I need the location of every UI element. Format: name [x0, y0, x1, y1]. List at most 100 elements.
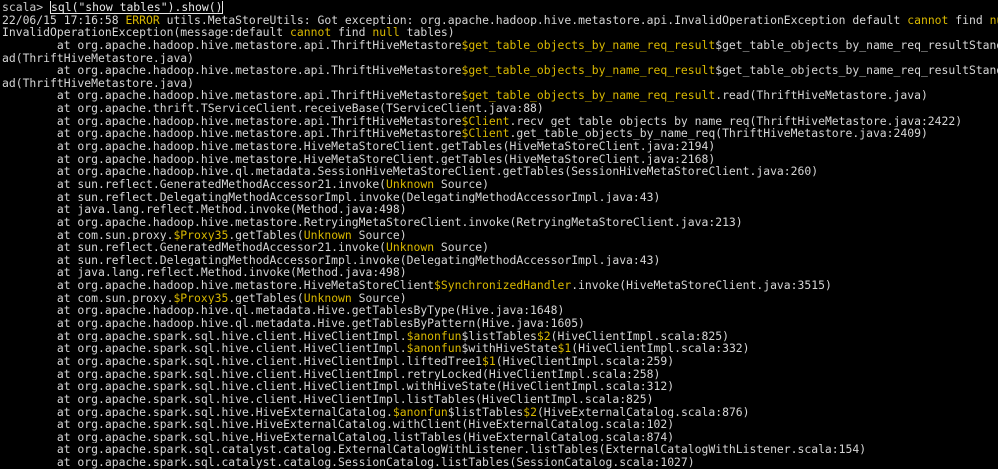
log-text: at org.apache.hadoop.hive.metastore.api.…	[2, 38, 462, 52]
highlighted-token: $Client	[461, 114, 510, 128]
highlighted-token: $get_table_objects_by_name_req_result	[461, 38, 716, 52]
log-line: at org.apache.hadoop.hive.ql.metadata.Hi…	[2, 304, 998, 317]
log-line: at sun.reflect.DelegatingMethodAccessorI…	[2, 191, 998, 204]
log-text: at sun.reflect.DelegatingMethodAccessorI…	[2, 253, 661, 267]
log-line: at org.apache.spark.sql.catalyst.catalog…	[2, 443, 998, 456]
highlighted-token: Unknown	[386, 241, 435, 254]
log-text: at org.apache.spark.sql.hive.client.Hive…	[2, 354, 483, 368]
log-text: (HiveClientImpl.scala:259)	[495, 354, 675, 368]
log-text: at java.lang.reflect.Method.invoke(Metho…	[2, 266, 407, 280]
log-line: 22/06/15 17:16:58 ERROR utils.MetaStoreU…	[2, 14, 998, 27]
log-line: at sun.reflect.DelegatingMethodAccessorI…	[2, 254, 998, 267]
terminal-window[interactable]: scala> sql("show tables").show() 22/06/1…	[0, 0, 998, 469]
scala-prompt: scala>	[2, 1, 51, 14]
prompt-line[interactable]: scala> sql("show tables").show()	[2, 1, 998, 14]
log-text: .recv_get_table_objects_by_name_req(Thri…	[509, 114, 963, 128]
log-text: at org.apache.spark.sql.hive.client.Hive…	[2, 380, 675, 393]
log-line: InvalidOperationException(message:defaul…	[2, 26, 998, 39]
log-text: tables)	[399, 26, 455, 39]
log-text: Source)	[351, 228, 407, 242]
log-text: (HiveClientImpl.scala:825)	[550, 329, 729, 343]
log-text: at org.apache.hadoop.hive.ql.metadata.Hi…	[2, 304, 565, 318]
log-line: at org.apache.hadoop.hive.ql.metadata.Se…	[2, 165, 998, 178]
highlighted-token: $2	[523, 405, 537, 419]
log-line: at org.apache.hadoop.hive.metastore.Hive…	[2, 279, 998, 292]
log-line: at java.lang.reflect.Method.invoke(Metho…	[2, 203, 998, 216]
log-text: at org.apache.spark.sql.hive.HiveExterna…	[2, 418, 675, 431]
highlighted-token: $2	[536, 329, 551, 343]
log-text: .read(ThriftHiveMetastore.java)	[715, 89, 928, 103]
log-text: InvalidOperationException(message:defaul…	[2, 26, 291, 39]
log-line: at org.apache.hadoop.hive.metastore.api.…	[2, 64, 998, 77]
highlighted-token: Unknown	[386, 177, 435, 191]
log-text: ad(ThriftHiveMetastore.java)	[2, 76, 195, 90]
log-text: at java.lang.reflect.Method.invoke(Metho…	[2, 203, 407, 216]
log-line: at org.apache.spark.sql.hive.client.Hive…	[2, 380, 998, 393]
stack-trace-output: 22/06/15 17:16:58 ERROR utils.MetaStoreU…	[2, 14, 998, 469]
highlighted-token: null	[372, 26, 400, 39]
log-text: at org.apache.hadoop.hive.metastore.api.…	[2, 89, 462, 103]
log-line: at org.apache.spark.sql.hive.HiveExterna…	[2, 418, 998, 431]
log-text: 22/06/15 17:16:58	[2, 13, 126, 27]
log-text: (HiveClientImpl.scala:332)	[571, 342, 750, 355]
log-text: $listTables	[461, 329, 537, 343]
highlighted-token: Unknown	[303, 228, 352, 242]
log-text: at org.apache.hadoop.hive.metastore.Hive…	[2, 152, 716, 166]
log-line: at org.apache.spark.sql.hive.client.Hive…	[2, 368, 998, 381]
highlighted-token: $Client	[461, 127, 510, 141]
log-line: at org.apache.hadoop.hive.metastore.Hive…	[2, 140, 998, 153]
log-line: at org.apache.hadoop.hive.metastore.Retr…	[2, 216, 998, 229]
log-text: find	[331, 26, 373, 39]
log-line: at org.apache.spark.sql.hive.HiveExterna…	[2, 431, 998, 444]
log-line: at org.apache.spark.sql.catalyst.catalog…	[2, 456, 998, 469]
log-text: at org.apache.hadoop.hive.ql.metadata.Hi…	[2, 317, 585, 330]
log-text: .getTables(	[228, 228, 304, 242]
log-line: at org.apache.hadoop.hive.metastore.api.…	[2, 39, 998, 52]
highlighted-token: Unknown	[303, 291, 352, 305]
highlighted-token: $Proxy35	[173, 228, 229, 242]
highlighted-token: null	[989, 13, 998, 27]
highlighted-token: cannot	[290, 26, 332, 39]
log-text: Source)	[351, 291, 407, 305]
log-line: at org.apache.spark.sql.hive.client.Hive…	[2, 355, 998, 368]
highlighted-token: ERROR	[125, 13, 160, 27]
log-text: .invoke(HiveMetaStoreClient.java:3515)	[571, 279, 832, 292]
log-line: at org.apache.hadoop.hive.metastore.Hive…	[2, 153, 998, 166]
log-line: at org.apache.hadoop.hive.metastore.api.…	[2, 89, 998, 102]
log-line: at org.apache.spark.sql.hive.client.Hive…	[2, 342, 998, 355]
log-text: at com.sun.proxy.	[2, 228, 174, 242]
log-text: utils.MetaStoreUtils: Got exception: org…	[159, 13, 908, 27]
log-line: at com.sun.proxy.$Proxy35.getTables(Unkn…	[2, 229, 998, 242]
highlighted-token: $Proxy35	[173, 291, 229, 305]
log-line: at sun.reflect.GeneratedMethodAccessor21…	[2, 178, 998, 191]
log-text: at org.apache.spark.sql.hive.client.Hive…	[2, 342, 407, 355]
log-text: $get_table_objects_by_name_req_resultSta…	[715, 64, 998, 77]
log-line: ad(ThriftHiveMetastore.java)	[2, 52, 998, 65]
highlighted-token: $1	[482, 354, 496, 368]
log-line: at org.apache.spark.sql.hive.client.Hive…	[2, 330, 998, 343]
log-line: at sun.reflect.GeneratedMethodAccessor21…	[2, 241, 998, 254]
log-text: (HiveExternalCatalog.scala:876)	[536, 405, 750, 419]
log-text: at org.apache.spark.sql.hive.HiveExterna…	[2, 405, 393, 419]
log-text: Source)	[434, 177, 489, 191]
highlighted-token: $anonfun	[406, 329, 462, 343]
log-text: at org.apache.thrift.TServiceClient.rece…	[2, 102, 544, 115]
log-text: at com.sun.proxy.	[2, 291, 174, 305]
log-line: at org.apache.hadoop.hive.ql.metadata.Hi…	[2, 317, 998, 330]
highlighted-token: $anonfun	[406, 342, 462, 355]
log-text: .getTables(	[228, 291, 304, 305]
highlighted-token: $get_table_objects_by_name_req_result	[461, 64, 716, 77]
log-text: at sun.reflect.DelegatingMethodAccessorI…	[2, 190, 661, 204]
highlighted-token: $SynchronizedHandler	[434, 279, 572, 292]
log-text: at org.apache.spark.sql.hive.client.Hive…	[2, 329, 407, 343]
log-text: at org.apache.hadoop.hive.metastore.api.…	[2, 127, 462, 141]
log-text: at org.apache.spark.sql.hive.HiveExterna…	[2, 430, 675, 444]
log-line: at org.apache.spark.sql.hive.client.Hive…	[2, 393, 998, 406]
log-text: $withHiveState	[461, 342, 558, 355]
log-text: at sun.reflect.GeneratedMethodAccessor21…	[2, 177, 387, 191]
log-line: at org.apache.thrift.TServiceClient.rece…	[2, 102, 998, 115]
highlighted-token: $get_table_objects_by_name_req_result	[461, 89, 716, 103]
log-text: at org.apache.spark.sql.catalyst.catalog…	[2, 456, 695, 469]
command-input[interactable]: sql("show tables").show()	[50, 1, 224, 14]
log-text: find	[948, 13, 990, 27]
